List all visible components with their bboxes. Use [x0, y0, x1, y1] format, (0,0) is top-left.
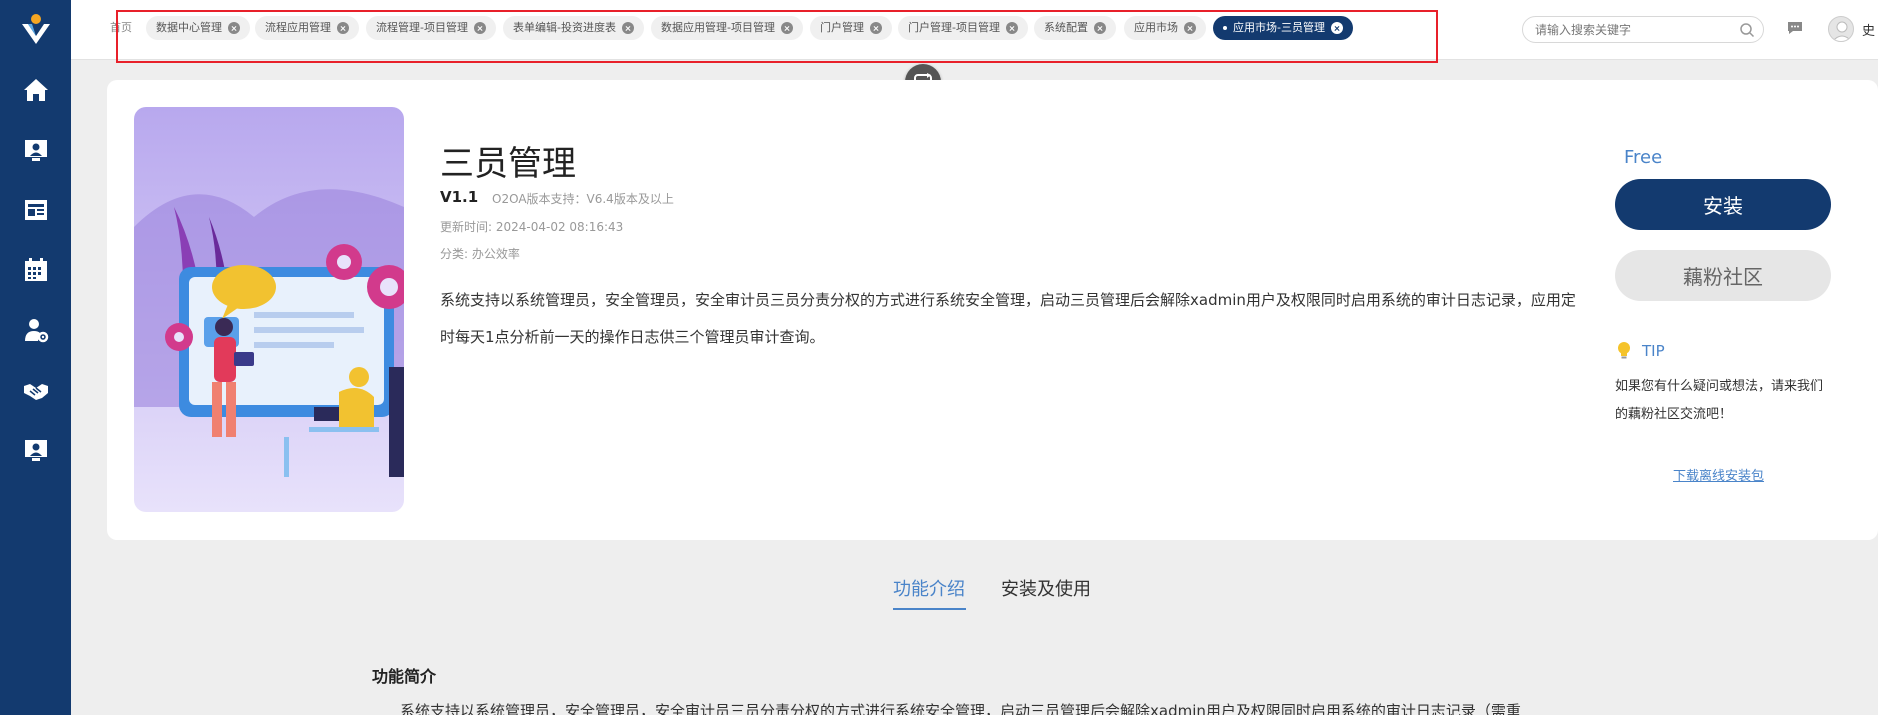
tab-label: 数据应用管理-项目管理 — [661, 21, 775, 34]
nav-home[interactable] — [0, 60, 71, 120]
tab-app-market[interactable]: 应用市场 — [1124, 16, 1206, 40]
close-icon[interactable] — [621, 22, 634, 34]
tab-home[interactable]: 首页 — [106, 16, 136, 40]
tab-label: 门户管理 — [820, 21, 864, 34]
tab-portal[interactable]: 门户管理 — [810, 16, 892, 40]
nav-handshake[interactable] — [0, 360, 71, 420]
nav-calendar[interactable] — [0, 240, 71, 300]
presenter-icon — [24, 440, 47, 461]
tab-process-app[interactable]: 流程应用管理 — [255, 16, 359, 40]
tab-portal-project[interactable]: 门户管理-项目管理 — [898, 16, 1028, 40]
tab-label: 数据中心管理 — [156, 21, 222, 34]
community-button[interactable]: 藕粉社区 — [1615, 250, 1831, 301]
avatar[interactable] — [1828, 16, 1854, 42]
download-offline-link[interactable]: 下载离线安装包 — [1673, 465, 1764, 484]
active-dot — [1223, 26, 1227, 30]
tab-process-project[interactable]: 流程管理-项目管理 — [366, 16, 496, 40]
tab-system-config[interactable]: 系统配置 — [1034, 16, 1116, 40]
section-text: 系统支持以系统管理员，安全管理员，安全审计员三员分责分权的方式进行系统安全管理，… — [400, 702, 1521, 715]
nav-presenter[interactable] — [0, 420, 71, 480]
app-version: V1.1 — [440, 188, 479, 206]
tab-label: 应用市场-三员管理 — [1233, 21, 1325, 34]
user-settings-icon — [24, 319, 48, 343]
close-icon[interactable] — [1184, 22, 1196, 34]
app-title: 三员管理 — [440, 144, 576, 184]
calendar-icon — [24, 258, 47, 281]
tab-install-use[interactable]: 安装及使用 — [1001, 575, 1091, 601]
close-icon[interactable] — [228, 22, 240, 34]
tab-label: 首页 — [110, 21, 132, 34]
close-icon[interactable] — [337, 22, 349, 34]
update-time: 更新时间: 2024-04-02 08:16:43 — [440, 220, 624, 234]
logo[interactable] — [0, 0, 71, 60]
tab-label: 门户管理-项目管理 — [908, 21, 1000, 34]
news-icon — [24, 200, 47, 220]
lightbulb-icon — [1618, 342, 1630, 359]
app-illustration-image — [134, 107, 404, 512]
search-icon[interactable] — [1739, 22, 1755, 38]
close-icon[interactable] — [870, 22, 882, 34]
tab-label: 流程管理-项目管理 — [376, 21, 468, 34]
tip-label: TIP — [1642, 342, 1665, 360]
nav-news[interactable] — [0, 180, 71, 240]
nav-user-screen[interactable] — [0, 120, 71, 180]
app-description: 系统支持以系统管理员，安全管理员，安全审计员三员分责分权的方式进行系统安全管理，… — [440, 291, 1576, 346]
close-icon[interactable] — [780, 22, 793, 34]
close-icon[interactable] — [1330, 22, 1343, 34]
app-category: 分类: 办公效率 — [440, 247, 520, 261]
tab-data-center[interactable]: 数据中心管理 — [146, 16, 250, 40]
username[interactable]: 史 — [1862, 20, 1875, 39]
tip-text: 如果您有什么疑问或想法，请来我们的藕粉社区交流吧！ — [1615, 379, 1824, 422]
user-screen-icon — [24, 140, 47, 161]
app-illustration — [134, 107, 404, 512]
active-tab-underline — [893, 608, 966, 610]
tab-form-edit[interactable]: 表单编辑-投资进度表 — [503, 16, 644, 40]
logo-icon — [21, 14, 50, 44]
home-icon — [23, 79, 48, 101]
tab-label: 表单编辑-投资进度表 — [513, 21, 616, 34]
tab-label: 流程应用管理 — [265, 21, 331, 34]
close-icon[interactable] — [1005, 22, 1018, 34]
close-icon[interactable] — [473, 22, 486, 34]
sidebar — [0, 0, 71, 715]
nav-user-settings[interactable] — [0, 300, 71, 360]
chat-icon[interactable] — [1786, 20, 1804, 36]
tab-data-app-project[interactable]: 数据应用管理-项目管理 — [651, 16, 803, 40]
version-support: O2OA版本支持：V6.4版本及以上 — [492, 192, 674, 206]
search-box — [1522, 16, 1764, 43]
close-icon[interactable] — [1094, 22, 1106, 34]
tab-app-market-three-admins[interactable]: 应用市场-三员管理 — [1213, 16, 1353, 40]
search-input[interactable] — [1535, 17, 1735, 42]
tab-label: 系统配置 — [1044, 21, 1088, 34]
price-label: Free — [1624, 147, 1663, 168]
section-title: 功能简介 — [372, 667, 437, 686]
handshake-icon — [23, 384, 48, 400]
tab-label: 应用市场 — [1134, 21, 1178, 34]
install-button[interactable]: 安装 — [1615, 179, 1831, 230]
tab-feature-intro[interactable]: 功能介绍 — [893, 575, 965, 601]
